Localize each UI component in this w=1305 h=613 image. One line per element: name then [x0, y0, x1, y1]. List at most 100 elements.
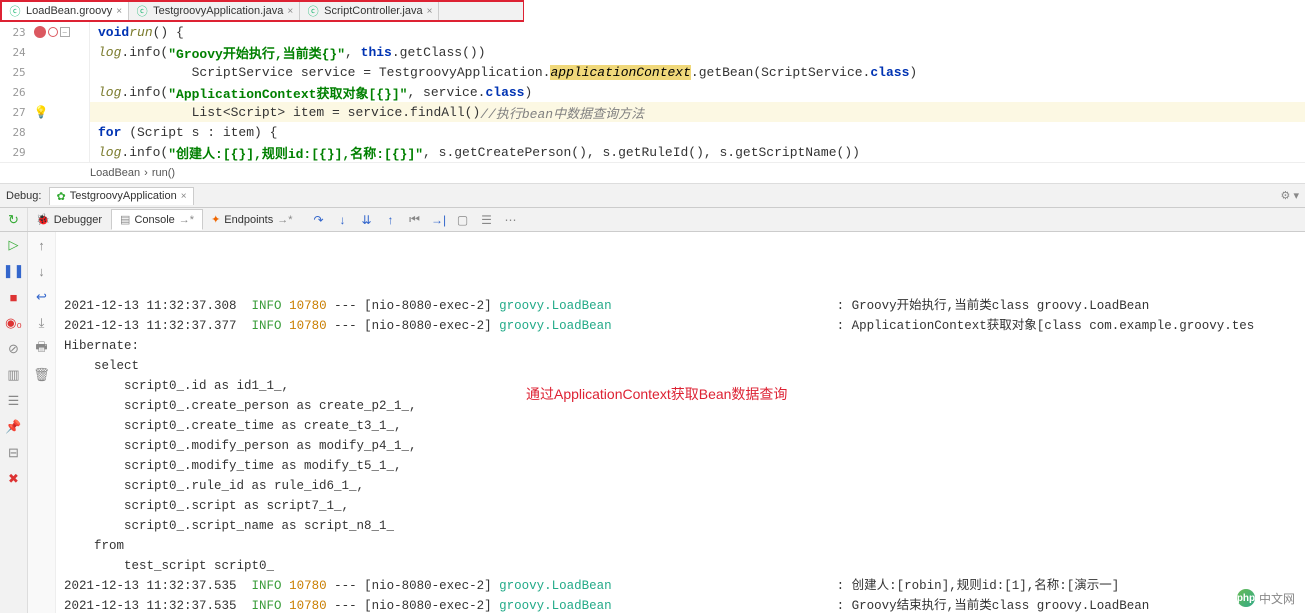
code-line[interactable]: ScriptService service = TestgroovyApplic…: [90, 62, 1305, 82]
console-panel: ▷ ❚❚ ■ ◉₀ ⊘ ▥ ☰ 📌 ⊟ ✖ ↑ ↓ ↩ ⤓ 🖶 🗑 通过Appl…: [0, 232, 1305, 613]
console-line: select: [64, 356, 1305, 376]
editor-area: 23− 24 25 26 27 💡 28 29 void run() { log.info("…: [0, 22, 1305, 162]
watermark-text: 中文网: [1259, 590, 1295, 607]
tab-debugger[interactable]: 🐞 Debugger: [28, 210, 111, 229]
run-config-name: TestgroovyApplication: [70, 190, 177, 202]
line-number: 24: [0, 46, 30, 59]
console-line: script0_.script_name as script_n8_1_: [64, 516, 1305, 536]
line-number: 28: [0, 126, 30, 139]
tab-console-label: Console: [134, 214, 174, 226]
code-line[interactable]: for (Script s : item) {: [90, 122, 1305, 142]
console-line: script0_.modify_time as modify_t5_1_,: [64, 456, 1305, 476]
code-line[interactable]: log.info("Groovy开始执行,当前类{}", this.getCla…: [90, 42, 1305, 62]
console-line: script0_.script as script7_1_,: [64, 496, 1305, 516]
watermark-logo-icon: php: [1237, 589, 1255, 607]
code-line[interactable]: List<Script> item = service.findAll()//执…: [90, 102, 1305, 122]
console-line: script0_.rule_id as rule_id6_1_,: [64, 476, 1305, 496]
clear-button[interactable]: 🗑: [28, 362, 55, 388]
breakpoint-icon[interactable]: [34, 26, 46, 38]
intention-bulb-icon[interactable]: 💡: [34, 105, 49, 119]
run-tool-column: ▷ ❚❚ ■ ◉₀ ⊘ ▥ ☰ 📌 ⊟ ✖: [0, 232, 28, 613]
run-to-cursor-icon[interactable]: →|: [430, 213, 448, 227]
gutter-line[interactable]: 24: [0, 42, 89, 62]
chevron-right-icon: ›: [144, 167, 148, 179]
code-line[interactable]: void run() {: [90, 22, 1305, 42]
gutter-line[interactable]: 23−: [0, 22, 89, 42]
resume-button[interactable]: ▷: [0, 232, 27, 258]
breakpoint-ring-icon: [48, 27, 58, 37]
gutter-line[interactable]: 25: [0, 62, 89, 82]
spring-icon: ✿: [56, 190, 65, 203]
close-icon[interactable]: ×: [116, 6, 122, 17]
help-button[interactable]: ⊟: [0, 440, 27, 466]
step-into-icon[interactable]: ↓: [334, 213, 352, 227]
up-stack-button[interactable]: ↑: [28, 232, 55, 258]
force-step-into-icon[interactable]: ⇊: [358, 213, 376, 227]
console-line: Hibernate:: [64, 336, 1305, 356]
pin-button[interactable]: 📌: [0, 414, 27, 440]
console-line: 2021-12-13 11:32:37.308 INFO 10780 --- […: [64, 296, 1305, 316]
debug-toolbar: ↻ 🐞 Debugger ▤ Console →* ✦ Endpoints →*…: [0, 208, 1305, 232]
console-output[interactable]: 通过ApplicationContext获取Bean数据查询 2021-12-1…: [56, 232, 1305, 613]
code-area[interactable]: void run() { log.info("Groovy开始执行,当前类{}"…: [90, 22, 1305, 162]
console-line: script0_.modify_person as modify_p4_1_,: [64, 436, 1305, 456]
line-number: 25: [0, 66, 30, 79]
line-number: 27: [0, 106, 30, 119]
rerun-button[interactable]: ↻: [0, 208, 28, 231]
step-over-icon[interactable]: ↷: [310, 213, 328, 227]
file-tab[interactable]: ⓒ ScriptController.java ×: [300, 2, 439, 20]
close-panel-button[interactable]: ✖: [0, 466, 27, 492]
watermark: php 中文网: [1237, 589, 1295, 607]
console-line: script0_.create_time as create_t3_1_,: [64, 416, 1305, 436]
console-line: 2021-12-13 11:32:37.535 INFO 10780 --- […: [64, 576, 1305, 596]
console-line: 2021-12-13 11:32:37.535 INFO 10780 --- […: [64, 596, 1305, 613]
tab-console[interactable]: ▤ Console →*: [111, 209, 203, 230]
breadcrumb-class[interactable]: LoadBean: [90, 167, 140, 179]
step-out-icon[interactable]: ↑: [382, 213, 400, 227]
code-line[interactable]: log.info("创建人:[{}],规则id:[{}],名称:[{}]", s…: [90, 142, 1305, 162]
console-line: test_script script0_: [64, 556, 1305, 576]
close-icon[interactable]: ×: [287, 6, 293, 17]
gutter-line[interactable]: 26: [0, 82, 89, 102]
gear-icon[interactable]: ⚙ ▾: [1281, 189, 1299, 202]
gutter-line[interactable]: 29: [0, 142, 89, 162]
layout-button[interactable]: ▥: [0, 362, 27, 388]
tab-endpoints-label: Endpoints: [224, 214, 273, 226]
soft-wrap-button[interactable]: ↩: [28, 284, 55, 310]
run-config-tab[interactable]: ✿ TestgroovyApplication ×: [49, 187, 193, 205]
bug-icon: 🐞: [36, 213, 50, 226]
file-tab-label: LoadBean.groovy: [26, 5, 112, 17]
fold-icon[interactable]: −: [60, 27, 70, 37]
file-type-icon: ⓒ: [8, 4, 22, 18]
code-line[interactable]: log.info("ApplicationContext获取对象[{}]", s…: [90, 82, 1305, 102]
pause-button[interactable]: ❚❚: [0, 258, 27, 284]
file-tab[interactable]: ⓒTestgroovyApplication.java×: [129, 2, 300, 20]
debug-panel-header: Debug: ✿ TestgroovyApplication × ⚙ ▾: [0, 184, 1305, 208]
breadcrumb[interactable]: LoadBean › run(): [0, 162, 1305, 184]
scroll-end-button[interactable]: ⤓: [28, 310, 55, 336]
breadcrumb-method[interactable]: run(): [152, 167, 175, 179]
print-button[interactable]: 🖶: [28, 336, 55, 362]
tab-debugger-label: Debugger: [54, 214, 102, 226]
file-type-icon: ⓒ: [306, 4, 320, 18]
trace-icon[interactable]: ☰: [478, 213, 496, 227]
gutter-line[interactable]: 27 💡: [0, 102, 89, 122]
stop-button[interactable]: ■: [0, 284, 27, 310]
file-tab-label: TestgroovyApplication.java: [153, 5, 283, 17]
file-tab-label: ScriptController.java: [324, 5, 422, 17]
drop-frame-icon[interactable]: ⏮: [406, 212, 424, 227]
close-icon[interactable]: ×: [181, 191, 187, 202]
file-tab[interactable]: ⓒ LoadBean.groovy ×: [2, 2, 129, 20]
more-icon[interactable]: ⋯: [502, 213, 520, 227]
view-breakpoints-button[interactable]: ◉₀: [0, 310, 27, 336]
down-stack-button[interactable]: ↓: [28, 258, 55, 284]
gutter-line[interactable]: 28: [0, 122, 89, 142]
mute-breakpoints-button[interactable]: ⊘: [0, 336, 27, 362]
settings-button[interactable]: ☰: [0, 388, 27, 414]
evaluate-icon[interactable]: ▢: [454, 213, 472, 227]
tab-endpoints[interactable]: ✦ Endpoints →*: [203, 210, 301, 229]
console-tool-column: ↑ ↓ ↩ ⤓ 🖶 🗑: [28, 232, 56, 613]
close-icon[interactable]: ×: [427, 6, 433, 17]
editor-gutter: 23− 24 25 26 27 💡 28 29: [0, 22, 90, 162]
step-toolbar: ↷ ↓ ⇊ ↑ ⏮ →| ▢ ☰ ⋯: [302, 212, 520, 227]
